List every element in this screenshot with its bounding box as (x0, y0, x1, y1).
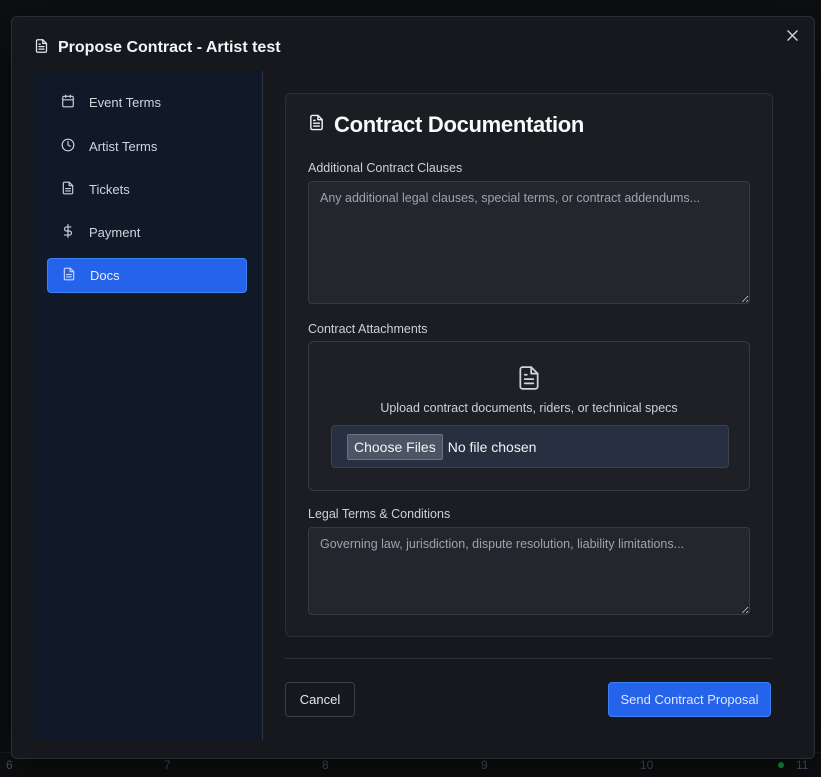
send-contract-proposal-button[interactable]: Send Contract Proposal (608, 682, 771, 717)
additional-clauses-textarea[interactable] (308, 181, 750, 304)
cancel-button[interactable]: Cancel (285, 682, 355, 717)
calendar-day: 6 (6, 758, 13, 772)
dollar-icon (61, 223, 75, 241)
attachments-label: Contract Attachments (308, 322, 428, 336)
legal-terms-textarea[interactable] (308, 527, 750, 615)
clauses-label: Additional Contract Clauses (308, 161, 463, 175)
sidebar-item-payment[interactable]: Payment (47, 214, 247, 250)
propose-contract-modal: Propose Contract - Artist test Event Ter… (11, 16, 815, 759)
choose-files-button[interactable]: Choose Files (347, 433, 443, 460)
calendar-day: 9 (481, 758, 488, 772)
legal-terms-label: Legal Terms & Conditions (308, 507, 451, 521)
close-button[interactable] (784, 29, 800, 45)
sidebar-item-docs[interactable]: Docs (47, 258, 247, 293)
sidebar-item-label: Tickets (89, 181, 130, 197)
sidebar-item-artist-terms[interactable]: Artist Terms (47, 128, 247, 164)
section-header: Contract Documentation (308, 112, 584, 138)
calendar-day: 7 (164, 758, 171, 772)
calendar-day: 8 (322, 758, 329, 772)
clock-icon (61, 138, 75, 155)
section-title: Contract Documentation (334, 112, 585, 137)
document-icon (62, 267, 76, 284)
sidebar-item-label: Artist Terms (89, 138, 158, 154)
document-icon (308, 113, 325, 137)
sidebar-item-label: Docs (90, 268, 120, 283)
file-upload-icon (516, 364, 542, 397)
calendar-day: 11 (796, 758, 809, 772)
close-icon (786, 28, 798, 46)
modal-header: Propose Contract - Artist test (34, 37, 281, 59)
document-icon (61, 181, 75, 198)
status-dot (778, 762, 784, 768)
document-icon (34, 38, 49, 59)
sidebar-item-label: Event Terms (89, 94, 162, 110)
sidebar-item-tickets[interactable]: Tickets (47, 171, 247, 207)
footer-divider (285, 658, 773, 659)
file-input[interactable]: Choose Files No file chosen (331, 425, 729, 468)
sidebar-nav: Event Terms Artist Terms Tickets Payment… (33, 71, 263, 740)
sidebar-item-event-terms[interactable]: Event Terms (47, 84, 247, 120)
contract-documentation-card: Contract Documentation Additional Contra… (285, 93, 773, 637)
upload-dropzone[interactable]: Upload contract documents, riders, or te… (308, 341, 750, 491)
upload-instructions: Upload contract documents, riders, or te… (380, 401, 678, 415)
calendar-icon (61, 94, 75, 111)
sidebar-item-label: Payment (89, 224, 141, 240)
modal-title: Propose Contract - Artist test (58, 39, 281, 56)
file-status-text: No file chosen (447, 438, 537, 455)
calendar-day: 10 (640, 758, 654, 772)
